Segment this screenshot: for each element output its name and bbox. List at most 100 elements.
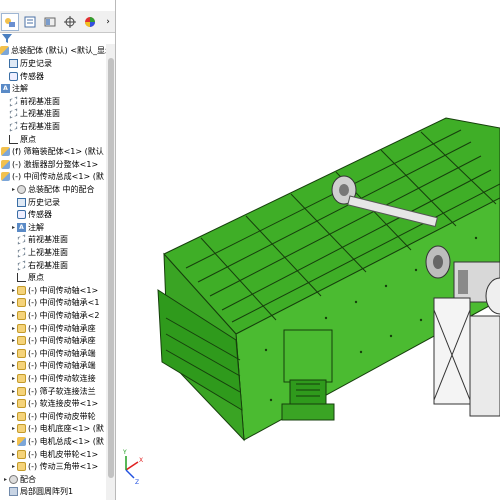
tab-property-manager[interactable]: [21, 13, 39, 31]
expand-arrow-icon[interactable]: ▸: [10, 435, 17, 448]
tree-item[interactable]: 原点: [10, 271, 44, 284]
tree-item-label: 前视基准面: [20, 96, 60, 106]
tree-item[interactable]: 传感器: [2, 70, 44, 83]
tab-configuration-manager[interactable]: [41, 13, 59, 31]
tree-item[interactable]: ▸ (-) 中间传动软连接: [10, 372, 96, 385]
expand-arrow-icon[interactable]: ▸: [10, 359, 17, 372]
tree-item[interactable]: ▸ (-) 中间传动轴承座: [10, 334, 96, 347]
part-icon: [17, 298, 26, 308]
tree-item[interactable]: 右视基准面: [2, 120, 60, 133]
tree-item-label: (-) 中间传动皮带轮: [28, 411, 96, 421]
tree-item[interactable]: ▸ (-) 中间传动皮带轮: [10, 410, 96, 423]
tree-item[interactable]: 历史记录: [2, 57, 52, 70]
annotation-icon: A: [1, 84, 10, 94]
tree-item-label: (-) 电机皮带轮<1>: [28, 449, 99, 459]
expand-arrow-icon[interactable]: ▸: [10, 372, 17, 385]
tree-filter-row: [0, 33, 115, 44]
expand-arrow-icon[interactable]: ▸: [10, 221, 17, 234]
tree-item[interactable]: 上视基准面: [10, 246, 68, 259]
plane-icon: [17, 234, 26, 245]
expand-arrow-icon[interactable]: ▸: [10, 397, 17, 410]
expand-arrow-icon[interactable]: ▸: [10, 309, 17, 322]
assembly-icon: [17, 437, 26, 446]
tree-item-label: 配合: [20, 474, 36, 484]
expand-arrow-icon[interactable]: ▸: [10, 410, 17, 423]
tree-item[interactable]: ▸ (-) 电机皮带轮<1>: [10, 448, 98, 461]
tree-item[interactable]: ▸ (-) 中间传动轴承<1: [10, 296, 99, 309]
tab-dimxpert-manager[interactable]: [61, 13, 79, 31]
tab-display-manager[interactable]: [81, 13, 99, 31]
feature-manager-panel: › 总装配体 (默认) <默认_显示历史记录传感器▸A注解前视基准面上视基准面右…: [0, 0, 116, 500]
configuration-icon: [44, 17, 56, 27]
plane-icon: [9, 121, 18, 132]
mate-icon: [9, 474, 18, 484]
expand-arrow-icon[interactable]: ▸: [10, 347, 17, 360]
part-icon: [17, 336, 26, 346]
tree-item-label: 局部圆周阵列1: [20, 487, 74, 497]
expand-arrow-icon[interactable]: ▸: [10, 448, 17, 461]
origin-icon: [9, 134, 18, 144]
tree-item[interactable]: ▸ (-) 电机底座<1> (默: [10, 422, 104, 435]
tree-item-label: (-) 中间传动轴承<2: [28, 311, 100, 320]
tree-item[interactable]: 前视基准面: [2, 95, 60, 108]
tree-scrollbar[interactable]: [106, 44, 115, 500]
tree-item[interactable]: ▸ (-) 中间传动轴<1>: [10, 284, 98, 297]
tree-item-label: 注解: [12, 84, 28, 94]
tree-item[interactable]: 右视基准面: [10, 259, 68, 272]
tree-item[interactable]: 前视基准面: [10, 233, 68, 246]
tree-item[interactable]: ▸ (-) 中间传动轴承端: [10, 359, 96, 372]
part-icon: [17, 361, 26, 371]
tree-item[interactable]: ▸A注解: [10, 221, 44, 234]
expand-arrow-icon[interactable]: ▸: [10, 183, 17, 196]
tree-item[interactable]: ▸ (-) 筛子软连接法兰: [10, 385, 96, 398]
expand-arrow-icon[interactable]: ▸: [2, 473, 9, 486]
expand-arrow-icon[interactable]: ▸: [10, 385, 17, 398]
property-list-icon: [24, 16, 36, 28]
tree-item[interactable]: ▸ (-) 中间传动轴承<2: [10, 309, 99, 322]
spring-support: [281, 329, 335, 421]
tree-item-label: (-) 传动三角带<1>: [28, 462, 99, 472]
tree-item[interactable]: 历史记录: [10, 196, 60, 209]
tree-item-label: 右视基准面: [20, 122, 60, 131]
tree-item[interactable]: ▸(-) 激振器部分整体<1>: [0, 158, 98, 171]
expand-arrow-icon[interactable]: ▸: [10, 460, 17, 473]
expand-arrow-icon[interactable]: ▸: [10, 322, 17, 335]
tree-root-assembly[interactable]: 总装配体 (默认) <默认_显示: [0, 44, 113, 57]
tree-item[interactable]: 局部圆周阵列1: [2, 485, 73, 498]
tree-item-label: (-) 中间传动软连接: [28, 374, 96, 383]
tree-item[interactable]: ▸ (-) 传动三角带<1>: [10, 460, 98, 473]
expand-arrow-icon[interactable]: ▸: [10, 334, 17, 347]
tree-item[interactable]: ▸A注解: [0, 82, 28, 95]
tree-item[interactable]: ▸ 总装配体 中的配合: [10, 183, 95, 196]
expand-arrow-icon[interactable]: ▸: [10, 284, 17, 297]
tree-item[interactable]: ▸ (-) 中间传动轴承座: [10, 322, 96, 335]
tree-item[interactable]: ▸ (-) 中间传动轴承端: [10, 347, 96, 360]
tree-item[interactable]: ▸(f) 筛箱装配体<1> (默认: [0, 145, 104, 158]
graphics-viewport[interactable]: X Y Z: [116, 0, 500, 500]
pattern-icon: [9, 487, 18, 497]
sensor-icon: [17, 210, 26, 220]
filter-funnel-icon[interactable]: [2, 34, 12, 43]
tree-item-label: 传感器: [20, 71, 44, 81]
expand-arrow-icon[interactable]: ▸: [10, 422, 17, 435]
tree-item-label: 前视基准面: [28, 235, 68, 245]
tree-scroll-thumb[interactable]: [108, 58, 114, 478]
tree-item-label: 历史记录: [20, 59, 52, 68]
tab-more-chevron[interactable]: ›: [101, 13, 115, 31]
tree-item[interactable]: ▸ (-) 软连接皮带<1>: [10, 397, 98, 410]
annotation-icon: A: [17, 222, 26, 232]
tree-item-label: (-) 中间传动轴承端: [28, 361, 96, 371]
tree-item[interactable]: 传感器: [10, 208, 52, 221]
tab-feature-manager[interactable]: [1, 13, 19, 31]
tree-item-label: (-) 电机总成<1> (默: [28, 437, 104, 446]
feature-tree-icon: [5, 18, 15, 27]
tree-item[interactable]: ▸ 配合: [2, 473, 36, 486]
tree-item[interactable]: 原点: [2, 133, 36, 146]
tree-item-label: 总装配体 中的配合: [28, 185, 95, 194]
assembly-icon: [1, 172, 10, 182]
tree-item[interactable]: ▸(-) 中间传动总成<1> (默: [0, 170, 104, 183]
tree-item[interactable]: ▸ (-) 电机总成<1> (默: [10, 435, 104, 448]
tree-item-label: 传感器: [28, 210, 52, 220]
tree-item[interactable]: 上视基准面: [2, 107, 60, 120]
expand-arrow-icon[interactable]: ▸: [10, 296, 17, 309]
